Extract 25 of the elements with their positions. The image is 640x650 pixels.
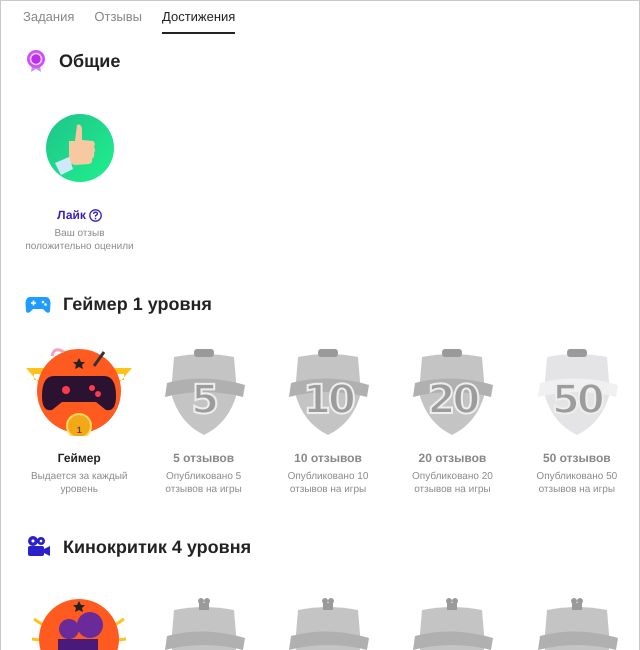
badge-number: 20: [426, 377, 479, 423]
section-title: Кинокритик 4 уровня: [63, 536, 252, 558]
badge-number: 5: [190, 377, 218, 423]
section-title: Общие: [59, 50, 120, 72]
achievement-description: Выдается за каждый уровень: [30, 470, 128, 496]
achievement-title: Геймер: [58, 451, 101, 465]
achievement-title: 20 отзывов: [418, 451, 486, 465]
achievement-description: Опубликовано 10 отзывов на игры: [286, 470, 370, 496]
achievement-description: Опубликовано 20 отзывов на игры: [411, 470, 494, 496]
achievement-title: 10 отзывов: [294, 451, 362, 465]
achievement-description: Опубликовано 5 отзывов на игры: [164, 470, 243, 496]
medal-icon: [25, 49, 47, 73]
badge-number: 10: [302, 377, 354, 423]
coin-number: 1: [76, 425, 83, 435]
section-title: Геймер 1 уровня: [63, 294, 212, 314]
achievement-title: 50 отзывов: [542, 451, 611, 465]
achievement-description: Ваш отзыв положительно оценили: [24, 227, 135, 253]
achievement-link[interactable]: Лайк: [57, 208, 86, 222]
achievement-description: Опубликовано 50 отзывов на игры: [535, 470, 618, 496]
tab[interactable]: Задания: [23, 9, 74, 34]
help-icon[interactable]: [88, 208, 102, 222]
tab[interactable]: Отзывы: [94, 9, 142, 34]
movie-camera-icon: [25, 535, 51, 559]
tab[interactable]: Достижения: [162, 9, 236, 34]
achievement-title: 5 отзывов: [173, 451, 234, 465]
